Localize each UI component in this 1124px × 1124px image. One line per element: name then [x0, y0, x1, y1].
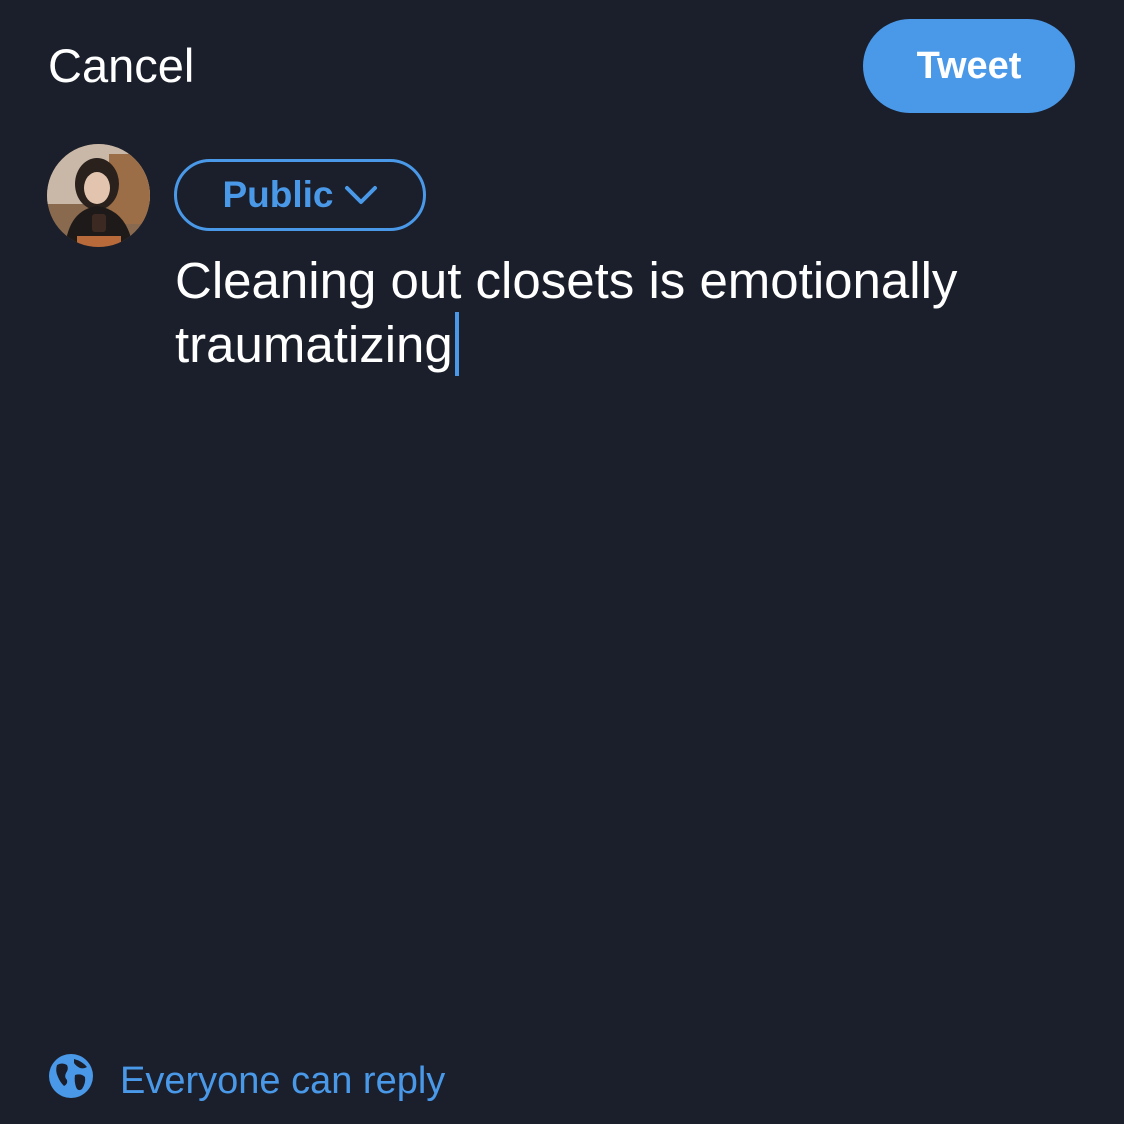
avatar[interactable]: [47, 144, 150, 247]
reply-setting-button[interactable]: Everyone can reply: [48, 1053, 446, 1109]
compose-header: Cancel Tweet: [0, 0, 1124, 130]
reply-setting-label: Everyone can reply: [120, 1059, 446, 1102]
avatar-photo: [47, 144, 150, 247]
tweet-button[interactable]: Tweet: [863, 19, 1075, 113]
audience-selector[interactable]: Public: [174, 159, 426, 231]
globe-icon: [48, 1053, 94, 1109]
text-cursor: [454, 312, 459, 376]
tweet-text: Cleaning out closets is emotionally trau…: [175, 252, 958, 373]
chevron-down-icon: [344, 184, 378, 206]
cancel-button[interactable]: Cancel: [48, 38, 194, 94]
tweet-compose-area[interactable]: Cleaning out closets is emotionally trau…: [175, 250, 1075, 376]
audience-label: Public: [222, 174, 334, 215]
